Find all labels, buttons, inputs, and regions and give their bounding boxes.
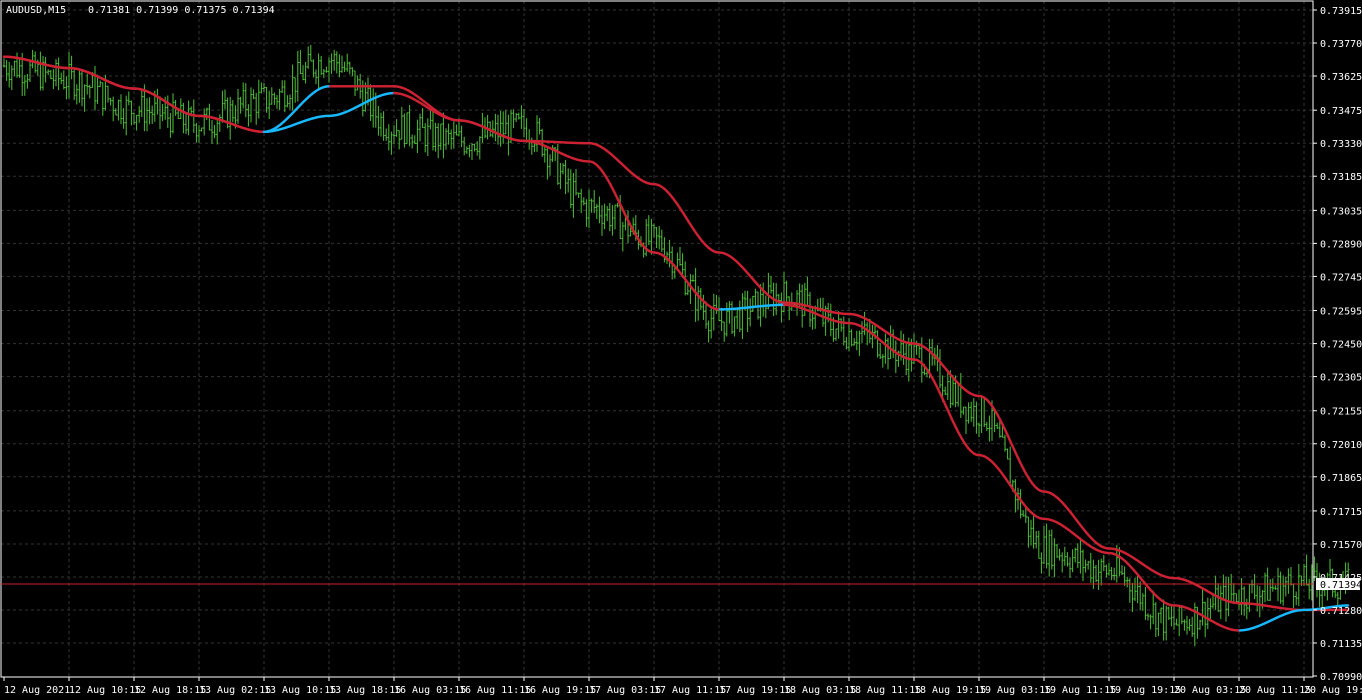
x-tick-label: 19 Aug 11:15 [1044,685,1116,696]
x-tick-label: 19 Aug 19:15 [1109,685,1181,696]
y-tick-label: 0.71280 [1320,606,1362,617]
x-tick-label: 12 Aug 2021 [4,685,70,696]
y-tick-label: 0.72450 [1320,340,1362,351]
y-tick-label: 0.71570 [1320,540,1362,551]
y-tick-label: 0.72890 [1320,239,1362,250]
y-tick-label: 0.73770 [1320,39,1362,50]
x-tick-label: 12 Aug 18:15 [134,685,206,696]
x-tick-label: 17 Aug 11:15 [654,685,726,696]
price-label-text: 0.71394 [1320,580,1362,591]
x-tick-label: 18 Aug 11:15 [849,685,921,696]
x-tick-label: 16 Aug 03:15 [394,685,466,696]
y-tick-label: 0.73915 [1320,6,1362,17]
ohlc-readout: 0.71381 0.71399 0.71375 0.71394 [88,5,275,16]
y-tick-label: 0.71715 [1320,507,1362,518]
y-tick-label: 0.72305 [1320,373,1362,384]
y-tick-label: 0.73185 [1320,172,1362,183]
y-tick-label: 0.71135 [1320,639,1362,650]
y-tick-label: 0.73035 [1320,206,1362,217]
y-tick-label: 0.73625 [1320,72,1362,83]
x-tick-label: 20 Aug 03:15 [1174,685,1246,696]
y-tick-label: 0.73330 [1320,139,1362,150]
x-tick-label: 12 Aug 10:15 [69,685,141,696]
chart: 0.73915 0.73770 0.73625 0.73475 0.73330 0.731… [0,0,1362,700]
y-tick-label: 0.72155 [1320,407,1362,418]
y-tick-label: 0.73475 [1320,106,1362,117]
x-tick-label: 17 Aug 19:15 [719,685,791,696]
x-tick-label: 19 Aug 03:15 [979,685,1051,696]
y-tick-label: 0.70990 [1320,672,1362,683]
x-tick-label: 16 Aug 19:15 [524,685,596,696]
x-tick-label: 13 Aug 10:15 [264,685,336,696]
x-tick-label: 20 Aug 19:15 [1304,685,1362,696]
symbol-timeframe: AUDUSD,M15 [6,5,66,16]
x-tick-label: 13 Aug 18:15 [329,685,401,696]
x-tick-label: 18 Aug 03:15 [784,685,856,696]
y-tick-label: 0.72595 [1320,307,1362,318]
y-tick-label: 0.72745 [1320,272,1362,283]
x-tick-label: 18 Aug 19:15 [914,685,986,696]
x-tick-label: 16 Aug 11:15 [459,685,531,696]
x-tick-label: 13 Aug 02:15 [199,685,271,696]
x-tick-label: 20 Aug 11:15 [1239,685,1311,696]
chart-svg: 0.73915 0.73770 0.73625 0.73475 0.73330 0.731… [0,0,1362,700]
y-tick-label: 0.71865 [1320,473,1362,484]
price-label: 0.71394 [1316,578,1362,591]
y-tick-label: 0.72010 [1320,440,1362,451]
chart-background [0,0,1362,700]
x-tick-label: 17 Aug 03:15 [589,685,661,696]
